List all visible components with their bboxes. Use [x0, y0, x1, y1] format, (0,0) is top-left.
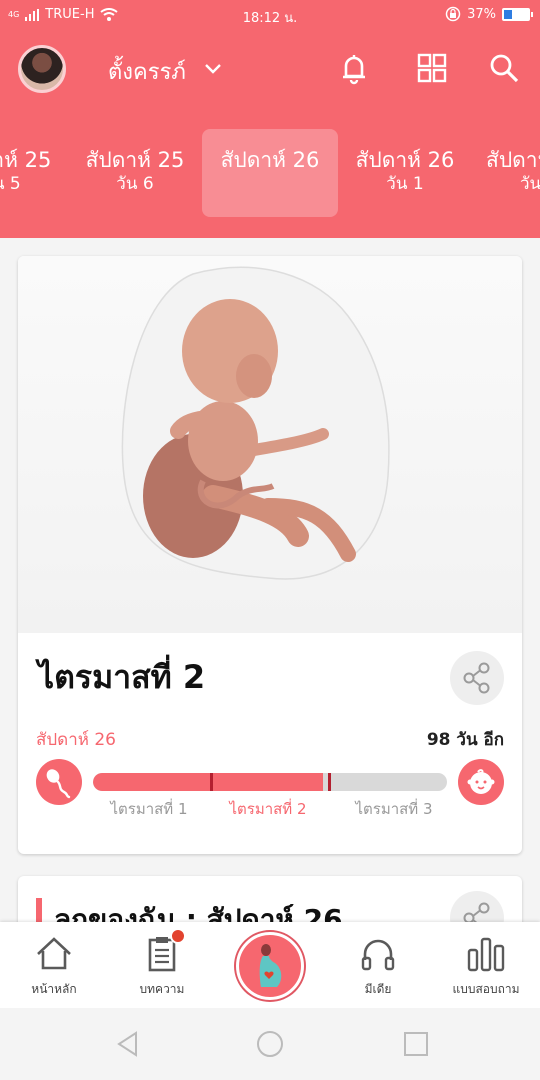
sperm-icon [36, 759, 82, 805]
bell-icon[interactable] [336, 50, 372, 86]
battery-icon [502, 7, 533, 21]
notification-badge [170, 928, 186, 944]
trimester-card: ไตรมาสที่ 2 สัปดาห์ 26 98 วัน อีก ไตรมาส… [18, 256, 522, 854]
days-remaining: 98 วัน อีก [426, 730, 504, 750]
current-week-label: สัปดาห์ 26 [36, 730, 116, 750]
back-icon[interactable] [114, 1030, 142, 1058]
tab-week-26-day-1[interactable]: สัปดาห์ 26 วัน 1 [337, 129, 473, 217]
nav-articles[interactable]: บทความ [108, 922, 216, 1008]
chevron-down-icon[interactable] [204, 60, 222, 78]
nav-label: แบบสอบถาม [452, 982, 520, 996]
tab-week-26-current[interactable]: สัปดาห์ 26 [202, 129, 338, 217]
trimester-3-label: ไตรมาสที่ 3 [355, 800, 433, 818]
share-button[interactable] [450, 651, 504, 705]
trimester-1-label: ไตรมาสที่ 1 [110, 800, 188, 818]
recent-apps-icon[interactable] [402, 1030, 430, 1058]
nav-media[interactable]: มีเดีย [324, 922, 432, 1008]
trimester-2-marker [328, 773, 332, 791]
home-icon [37, 937, 71, 970]
poll-icon [467, 937, 505, 972]
system-navigation-bar [0, 1008, 540, 1080]
pregnancy-icon [259, 944, 282, 987]
nav-label: หน้าหลัก [31, 982, 77, 996]
nav-home[interactable]: หน้าหลัก [0, 922, 108, 1008]
nav-label: มีเดีย [364, 982, 392, 996]
battery-percent: 37% [467, 6, 496, 22]
tab-week-label: สัปดาห์ 25 [85, 148, 185, 172]
fetus-image [18, 256, 522, 633]
tab-day-label: วัน [520, 174, 540, 194]
nav-pregnancy-center[interactable] [236, 932, 304, 1000]
trimester-title: ไตรมาสที่ 2 [38, 658, 206, 696]
status-bar: 4G TRUE-H 18:12 น. 37% [0, 0, 540, 30]
tab-day-label: วัน 6 [116, 174, 154, 194]
tab-week-label: สัปดาห์ 25 [0, 148, 52, 172]
app-screen: 4G TRUE-H 18:12 น. 37% ตั้งครรภ์ ห์ 25 5… [0, 0, 540, 1080]
nav-poll[interactable]: แบบสอบถาม [432, 922, 540, 1008]
tab-day-label: วัน 5 [0, 174, 21, 194]
nav-label: บทความ [139, 982, 185, 996]
lock-rotation-icon [445, 6, 461, 22]
tab-week-25-day-5[interactable]: สัปดาห์ 25 วัน 5 [0, 129, 70, 217]
app-header: ตั้งครรภ์ [0, 30, 540, 108]
fetus-illustration [121, 266, 390, 580]
home-circle-icon[interactable] [256, 1030, 284, 1058]
tab-week-25-day-6[interactable]: สัปดาห์ 25 วัน 6 [67, 129, 203, 217]
tab-week-next[interactable]: สัปดาห์ วัน [472, 129, 540, 217]
tab-week-label: สัปดาห์ [486, 148, 540, 172]
trimester-2-label: ไตรมาสที่ 2 [229, 800, 307, 818]
grid-icon[interactable] [414, 50, 450, 86]
baby-face-icon [458, 759, 504, 805]
pregnancy-progress-bar [93, 773, 447, 791]
week-tabs: สัปดาห์ 25 วัน 5 สัปดาห์ 25 วัน 6 สัปดาห… [0, 108, 540, 238]
tab-week-label: สัปดาห์ 26 [355, 148, 455, 172]
avatar[interactable] [18, 45, 66, 93]
search-icon[interactable] [486, 50, 522, 86]
tab-week-label: สัปดาห์ 26 [220, 148, 320, 172]
trimester-1-marker [209, 773, 213, 791]
profile-name[interactable]: ตั้งครรภ์ [108, 54, 186, 89]
progress-fill [93, 773, 324, 791]
headphones-icon [361, 939, 395, 971]
share-icon [463, 662, 490, 694]
bottom-navigation: หน้าหลัก บทความ มีเดีย แบบสอบถาม [0, 922, 540, 1008]
tab-day-label: วัน 1 [386, 174, 424, 194]
